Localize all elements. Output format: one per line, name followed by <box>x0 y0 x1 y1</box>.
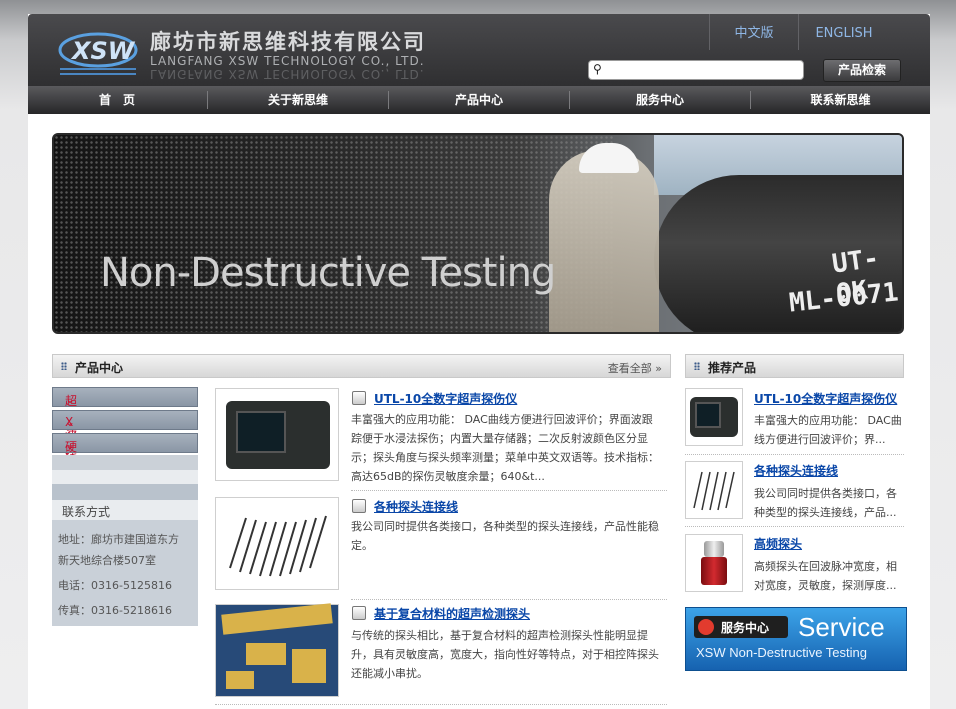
main-nav: 首 页 关于新思维 产品中心 服务中心 联系新思维 <box>28 86 930 114</box>
nav-home[interactable]: 首 页 <box>28 86 206 114</box>
recommended-item-title[interactable]: UTL-10全数字超声探伤仪 <box>754 390 897 407</box>
recommended-item-desc: 丰富强大的应用功能： DAC曲线方便进行回波评价；界... <box>754 414 902 446</box>
composite-strip-graphic <box>221 603 333 635</box>
recommended-image-utl10[interactable] <box>685 388 743 446</box>
document-icon <box>352 391 366 405</box>
company-name-reflection: LANGFANG XSW TECHNOLOGY CO., LTD. <box>150 67 425 81</box>
recommended-item-desc: 高频探头在回波脉冲宽度，相对宽度，灵敏度，探测厚度... <box>754 560 897 592</box>
product-title[interactable]: UTL-10全数字超声探伤仪 <box>374 390 517 407</box>
site-header: XSW 廊坊市新思维科技有限公司 LANGFANG XSW TECHNOLOGY… <box>28 14 930 86</box>
recommended-item-desc: 我公司同时提供各类接口，各种类型的探头连接线，产品... <box>754 487 897 519</box>
grip-icon <box>694 362 700 370</box>
service-subtitle: XSW Non-Destructive Testing <box>696 645 867 660</box>
search-input[interactable] <box>611 62 797 76</box>
divider <box>685 526 904 528</box>
contact-info: 地址：廊坊市建国道东方 新天地综合楼507室 电话：0316-5125816 传… <box>52 520 198 626</box>
service-label-en: Service <box>798 612 885 642</box>
sidebar-spacer <box>52 455 198 470</box>
nav-contact[interactable]: 联系新思维 <box>751 86 930 114</box>
recommended-title: 推荐产品 <box>708 361 757 375</box>
double-chevron-icon: » <box>655 362 662 375</box>
contact-title-bar: 联系方式 <box>52 500 198 520</box>
product-description: 丰富强大的应用功能： DAC曲线方便进行回波评价；界面波跟踪便于水浸法探伤；内置… <box>351 413 659 483</box>
divider <box>351 599 667 601</box>
view-all-link[interactable]: 查看全部 » <box>608 360 662 376</box>
cables-graphic <box>693 471 735 511</box>
composite-square-graphic <box>226 671 254 689</box>
flaw-detector-graphic <box>690 397 738 437</box>
recommended-item-title[interactable]: 各种探头连接线 <box>754 462 838 479</box>
service-label-cn: 服务中心 <box>721 621 770 635</box>
category-xray[interactable]: ⌄ X射线产品 <box>52 410 198 496</box>
composite-square-graphic <box>246 643 286 665</box>
company-name-en: LANGFANG XSW TECHNOLOGY CO., LTD. <box>150 54 425 68</box>
divider <box>685 454 904 456</box>
company-logo[interactable]: XSW <box>58 28 138 80</box>
lang-chinese-link[interactable]: 中文版 <box>709 14 798 50</box>
flaw-detector-graphic <box>226 401 330 469</box>
radiation-icon <box>698 619 714 635</box>
company-name-cn: 廊坊市新思维科技有限公司 <box>150 30 426 54</box>
divider <box>215 704 667 706</box>
recommended-image-cables[interactable] <box>685 461 743 519</box>
worker-graphic <box>549 150 659 332</box>
view-all-label[interactable]: 查看全部 <box>608 362 652 375</box>
contact-address-1: 地址：廊坊市建国道东方 <box>58 533 179 546</box>
product-title[interactable]: 各种探头连接线 <box>374 498 458 515</box>
contact-address-2: 新天地综合楼507室 <box>58 554 156 567</box>
service-center-banner[interactable]: 服务中心 Service XSW Non-Destructive Testing <box>685 607 907 671</box>
nav-service[interactable]: 服务中心 <box>570 86 750 114</box>
sidebar-spacer <box>52 484 198 500</box>
device-screen <box>236 411 286 453</box>
banner-title: Non-Destructive Testing <box>100 250 556 296</box>
grip-icon <box>61 362 67 370</box>
product-center-header: 产品中心 查看全部 » <box>52 354 671 378</box>
probe-connector-graphic <box>704 541 724 557</box>
product-center-title: 产品中心 <box>75 361 124 375</box>
product-description: 与传统的探头相比，基于复合材料的超声检测探头性能明显提升，具有灵敏度高，宽度大，… <box>351 629 659 680</box>
search-button[interactable]: 产品检索 <box>823 59 901 82</box>
sidebar-spacer <box>52 470 198 484</box>
contact-title: 联系方式 <box>62 505 111 519</box>
product-description: 我公司同时提供各类接口，各种类型的探头连接线，产品性能稳定。 <box>351 520 659 552</box>
product-image-composite-probe[interactable] <box>215 603 339 697</box>
category-hardness[interactable]: ⌄ 硬度计 <box>52 433 198 488</box>
probe-body-graphic <box>701 557 727 585</box>
product-title[interactable]: 基于复合材料的超声检测探头 <box>374 605 530 622</box>
svg-text:XSW: XSW <box>70 37 136 65</box>
page: XSW 廊坊市新思维科技有限公司 LANGFANG XSW TECHNOLOGY… <box>28 14 930 709</box>
document-icon <box>352 606 366 620</box>
composite-square-graphic <box>292 649 326 683</box>
contact-fax: 传真：0316-5218616 <box>58 604 172 617</box>
recommended-item-title[interactable]: 高频探头 <box>754 535 802 552</box>
category-ultrasonic[interactable]: ⌄ 超声波产品 <box>52 387 198 476</box>
nav-products[interactable]: 产品中心 <box>389 86 569 114</box>
nav-about[interactable]: 关于新思维 <box>208 86 388 114</box>
world-map-graphic <box>54 135 614 332</box>
search-icon: ⚲ <box>593 62 602 76</box>
recommended-image-hf-probe[interactable] <box>685 534 743 592</box>
document-icon <box>352 499 366 513</box>
divider <box>351 490 667 492</box>
lang-english-link[interactable]: ENGLISH <box>798 14 889 50</box>
device-screen <box>695 402 721 428</box>
search-box: ⚲ <box>588 60 804 80</box>
product-image-cables[interactable] <box>215 497 339 590</box>
contact-phone: 电话：0316-5125816 <box>58 579 172 592</box>
cables-graphic <box>229 515 327 577</box>
product-image-utl10[interactable] <box>215 388 339 481</box>
recommended-header: 推荐产品 <box>685 354 904 378</box>
hero-banner: UT-OK ML-0071 Non-Destructive Testing <box>52 133 904 334</box>
